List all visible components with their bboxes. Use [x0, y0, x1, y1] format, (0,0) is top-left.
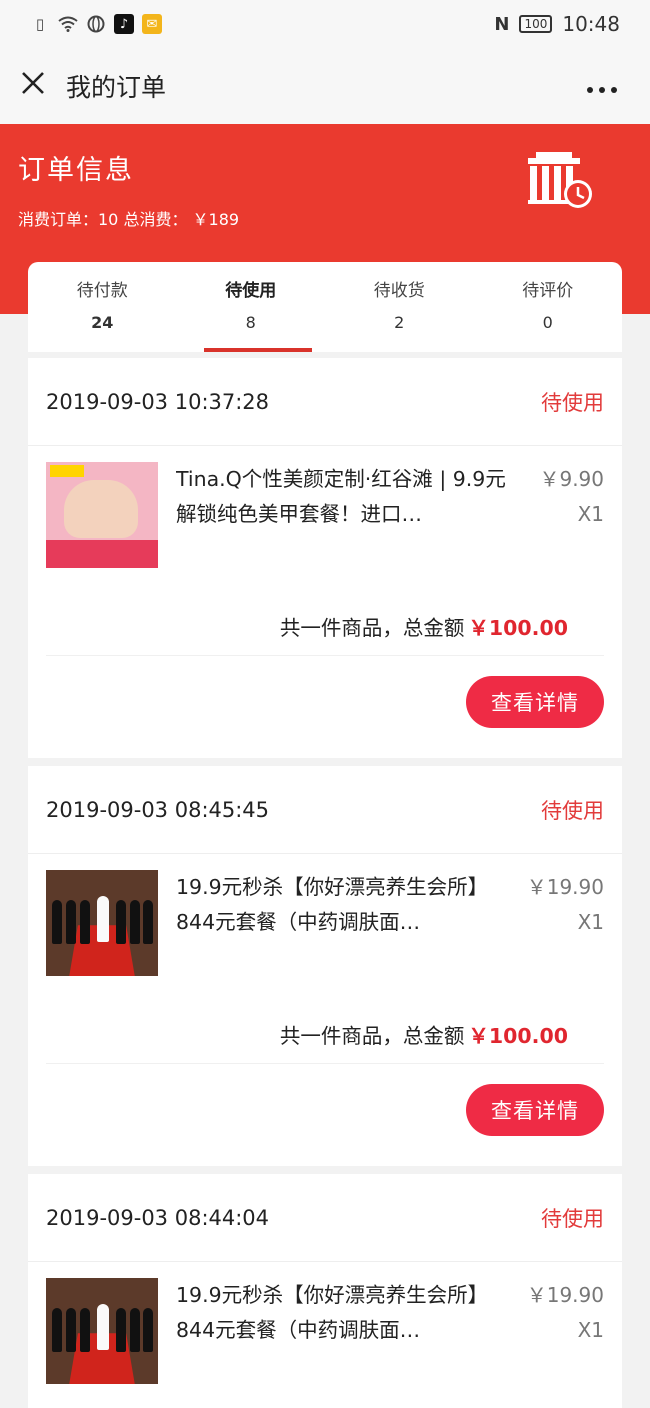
product-price: ￥19.90	[526, 1283, 604, 1307]
order-card-header: 2019-09-03 08:45:45 待使用	[28, 766, 622, 854]
product-title: Tina.Q个性美颜定制·红谷滩 | 9.9元解锁纯色美甲套餐！进口…	[176, 467, 506, 526]
tiktok-icon: ♪	[114, 14, 134, 34]
store-clock-icon	[526, 150, 596, 210]
order-card-header: 2019-09-03 10:37:28 待使用	[28, 358, 622, 446]
order-actions: 查看详情	[28, 1064, 622, 1156]
tab-count: 0	[542, 313, 553, 332]
order-actions: 查看详情	[28, 656, 622, 748]
header-summary: 消费订单：10 总消费： ￥189	[18, 210, 240, 229]
product-quantity: X1	[577, 502, 604, 526]
product-thumbnail	[46, 1278, 158, 1384]
tab-label: 待付款	[76, 281, 128, 301]
tab-count: 24	[91, 313, 114, 332]
status-icons-right: N 100 10:48	[494, 12, 620, 36]
product-title: 19.9元秒杀【你好漂亮养生会所】844元套餐（中药调肤面…	[176, 1283, 489, 1342]
product-quantity: X1	[577, 910, 604, 934]
order-time: 2019-09-03 10:37:28	[46, 389, 270, 414]
tab-label: 待使用	[225, 281, 277, 301]
order-status: 待使用	[541, 390, 604, 415]
product-row[interactable]: 19.9元秒杀【你好漂亮养生会所】844元套餐（中药调肤面… ￥19.90 X1	[28, 854, 622, 1004]
order-status-tabs: 待付款 24 待使用 8 待收货 2 待评价 0	[28, 262, 622, 352]
total-label: 共一件商品，总金额	[279, 1023, 465, 1048]
order-card-header: 2019-09-03 08:44:04 待使用	[28, 1174, 622, 1262]
mail-icon: ✉	[142, 14, 162, 34]
product-row[interactable]: Tina.Q个性美颜定制·红谷滩 | 9.9元解锁纯色美甲套餐！进口… ￥9.9…	[28, 446, 622, 596]
sim-alert-icon: ▯	[35, 15, 45, 33]
wifi-icon	[58, 14, 78, 34]
status-bar: ▯ ♪ ✉ N 100 10:48	[0, 0, 650, 48]
active-tab-indicator	[203, 348, 312, 352]
product-meta: ￥19.90 X1	[516, 1278, 604, 1408]
product-quantity: X1	[577, 1318, 604, 1342]
tab-label: 待收货	[373, 281, 425, 301]
tab-count: 2	[394, 313, 405, 332]
clock: 10:48	[562, 12, 620, 36]
tab-pending-use[interactable]: 待使用 8	[177, 262, 326, 352]
header-title: 订单信息	[18, 155, 134, 186]
tab-pending-review[interactable]: 待评价 0	[474, 262, 623, 352]
nav-bar: 我的订单	[0, 48, 650, 124]
status-icons-left: ▯ ♪ ✉	[30, 14, 162, 34]
order-time: 2019-09-03 08:45:45	[46, 797, 270, 822]
product-meta: ￥19.90 X1	[516, 870, 604, 1004]
order-total: 共一件商品，总金额 ￥100.00	[46, 1004, 604, 1064]
tab-pending-payment[interactable]: 待付款 24	[28, 262, 177, 352]
tab-label: 待评价	[522, 281, 574, 301]
total-label: 共一件商品，总金额	[279, 615, 465, 640]
product-price: ￥9.90	[539, 467, 604, 491]
close-icon[interactable]	[20, 70, 50, 102]
product-meta: ￥9.90 X1	[516, 462, 604, 596]
tab-count: 8	[245, 313, 256, 332]
total-amount: ￥100.00	[468, 615, 568, 640]
order-card: 2019-09-03 08:45:45 待使用 19.9元秒杀【你好漂亮养生会所…	[28, 766, 622, 1166]
nfc-icon: N	[494, 13, 510, 35]
product-row[interactable]: 19.9元秒杀【你好漂亮养生会所】844元套餐（中药调肤面… ￥19.90 X1	[28, 1262, 622, 1408]
view-details-button[interactable]: 查看详情	[466, 676, 604, 728]
product-price: ￥19.90	[526, 875, 604, 899]
product-title: 19.9元秒杀【你好漂亮养生会所】844元套餐（中药调肤面…	[176, 875, 489, 934]
order-status: 待使用	[541, 798, 604, 823]
order-card: 2019-09-03 10:37:28 待使用 Tina.Q个性美颜定制·红谷滩…	[28, 358, 622, 758]
globe-icon	[86, 14, 106, 34]
product-thumbnail	[46, 870, 158, 976]
total-amount: ￥100.00	[468, 1023, 568, 1048]
order-card: 2019-09-03 08:44:04 待使用 19.9元秒杀【你好漂亮养生会所…	[28, 1174, 622, 1408]
order-total: 共一件商品，总金额 ￥100.00	[46, 596, 604, 656]
order-time: 2019-09-03 08:44:04	[46, 1205, 270, 1230]
tab-pending-receipt[interactable]: 待收货 2	[325, 262, 474, 352]
more-icon[interactable]	[586, 71, 618, 101]
view-details-button[interactable]: 查看详情	[466, 1084, 604, 1136]
product-thumbnail	[46, 462, 158, 568]
order-status: 待使用	[541, 1206, 604, 1231]
battery-icon: 100	[519, 15, 553, 33]
page-title: 我的订单	[66, 73, 167, 102]
